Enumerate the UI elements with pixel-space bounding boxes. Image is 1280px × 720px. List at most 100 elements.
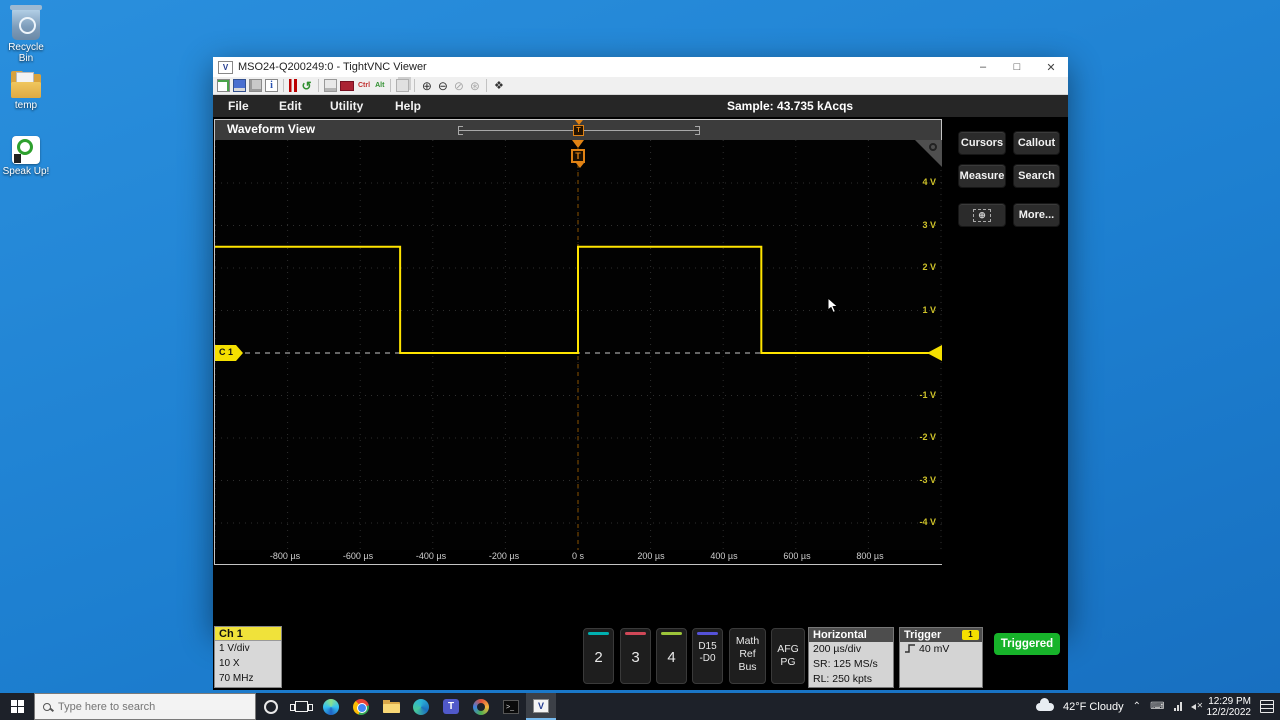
- ctrl-alt-del-icon[interactable]: [324, 79, 337, 92]
- desktop-icon-label: Speak Up!: [0, 166, 52, 177]
- horizontal-scale: 200 µs/div: [809, 642, 893, 657]
- separator: [390, 79, 391, 92]
- media-app-button[interactable]: [406, 693, 436, 720]
- start-button[interactable]: [0, 693, 34, 720]
- file-explorer-icon: [383, 700, 400, 713]
- right-panel: Cursors Callout Measure Search ⊕ More...: [947, 119, 1068, 565]
- channel1-bandwidth: 70 MHz: [215, 671, 281, 686]
- cursors-button[interactable]: Cursors: [958, 131, 1006, 155]
- menu-file[interactable]: File: [228, 95, 249, 117]
- separator: [486, 79, 487, 92]
- math-ref-bus-button[interactable]: Math Ref Bus: [729, 628, 766, 684]
- desktop-icon-recycle-bin[interactable]: Recycle Bin: [0, 8, 52, 64]
- file-explorer-button[interactable]: [376, 693, 406, 720]
- digital-color-bar: [697, 632, 718, 635]
- zoom-mode-button[interactable]: ⊕: [958, 203, 1006, 227]
- command-prompt-button[interactable]: >_: [496, 693, 526, 720]
- tightvnc-taskbar-button[interactable]: V: [526, 693, 556, 720]
- horizontal-badge[interactable]: Horizontal 200 µs/div SR: 125 MS/s RL: 2…: [808, 627, 894, 688]
- mouse-cursor: [827, 298, 841, 314]
- minimize-button[interactable]: –: [966, 57, 1000, 77]
- connection-info-icon[interactable]: i: [265, 79, 278, 92]
- y-tick: 3 V: [906, 220, 936, 230]
- command-prompt-icon: >_: [503, 700, 519, 714]
- action-center-icon[interactable]: [1260, 700, 1274, 713]
- measure-button[interactable]: Measure: [958, 164, 1006, 188]
- trigger-position-marker[interactable]: T: [571, 149, 585, 163]
- refresh-icon[interactable]: ↺: [300, 79, 313, 92]
- edge-button[interactable]: [316, 693, 346, 720]
- digital-channels-button[interactable]: D15 -D0: [692, 628, 723, 684]
- task-view-icon: [295, 701, 308, 712]
- horizontal-record-length: RL: 250 kpts: [809, 672, 893, 687]
- clock[interactable]: 12:29 PM 12/2/2022: [1207, 696, 1252, 718]
- network-icon[interactable]: [1174, 702, 1182, 711]
- tray-expand-chevron-icon[interactable]: ⌃: [1133, 701, 1141, 712]
- afg-pg-button[interactable]: AFG PG: [771, 628, 805, 684]
- channel4-button[interactable]: 4: [656, 628, 687, 684]
- channel3-color-bar: [625, 632, 646, 635]
- menu-help[interactable]: Help: [395, 95, 421, 117]
- zoom-in-icon[interactable]: ⊕: [420, 79, 433, 92]
- tray-date: 12/2/2022: [1207, 707, 1252, 718]
- taskbar-search[interactable]: [34, 693, 256, 720]
- trigger-position-caret-icon[interactable]: [572, 140, 584, 148]
- fullscreen-icon[interactable]: ❖: [492, 79, 505, 92]
- menu-utility[interactable]: Utility: [330, 95, 363, 117]
- zoom-fit-icon[interactable]: ⊛: [468, 79, 481, 92]
- menu-edit[interactable]: Edit: [279, 95, 302, 117]
- edge-icon: [323, 699, 339, 715]
- channel1-scale: 1 V/div: [215, 641, 281, 656]
- zoom-out-icon[interactable]: ⊖: [436, 79, 449, 92]
- search-icon: [43, 703, 51, 711]
- connection-options-icon[interactable]: [249, 79, 262, 92]
- trigger-badge[interactable]: Trigger 1 40 mV: [899, 627, 983, 688]
- window-title: MSO24-Q200249:0 - TightVNC Viewer: [238, 61, 427, 73]
- more-button[interactable]: More...: [1013, 203, 1060, 227]
- horizontal-position-slider[interactable]: T: [458, 126, 700, 135]
- channel4-label: 4: [657, 649, 686, 666]
- ctrl-key-button[interactable]: Ctrl: [357, 79, 371, 92]
- desktop-icon-speakup[interactable]: Speak Up!: [0, 136, 52, 177]
- desktop-icon-temp[interactable]: temp: [0, 72, 52, 111]
- save-session-icon[interactable]: [233, 79, 246, 92]
- alt-key-button[interactable]: Alt: [374, 79, 385, 92]
- horizontal-title: Horizontal: [809, 628, 893, 642]
- keyboard-icon[interactable]: [340, 81, 354, 91]
- channel2-color-bar: [588, 632, 609, 635]
- teams-button[interactable]: T: [436, 693, 466, 720]
- task-view-button[interactable]: [286, 693, 316, 720]
- scope-menubar: File Edit Utility Help Sample: 43.735 kA…: [213, 95, 1068, 117]
- file-transfer-icon[interactable]: [396, 79, 409, 92]
- cortana-button[interactable]: [256, 693, 286, 720]
- search-input[interactable]: [58, 701, 228, 713]
- channel2-button[interactable]: 2: [583, 628, 614, 684]
- separator: [318, 79, 319, 92]
- weather-text[interactable]: 42°F Cloudy: [1063, 701, 1124, 713]
- titlebar[interactable]: V MSO24-Q200249:0 - TightVNC Viewer – □ …: [213, 57, 1068, 77]
- channel1-badge[interactable]: Ch 1 1 V/div 10 X 70 MHz: [214, 626, 282, 688]
- zoom-100-icon[interactable]: ⊘: [452, 79, 465, 92]
- y-tick: 1 V: [906, 305, 936, 315]
- keyboard-tray-icon[interactable]: ⌨: [1150, 701, 1164, 712]
- pause-icon[interactable]: [289, 79, 297, 92]
- new-connection-icon[interactable]: [217, 79, 230, 92]
- search-button[interactable]: Search: [1013, 164, 1060, 188]
- weather-cloud-icon[interactable]: [1036, 703, 1054, 711]
- graticule[interactable]: 4 V 3 V 2 V 1 V -1 V -2 V -3 V -4 V T C …: [215, 140, 942, 550]
- channel1-title: Ch 1: [215, 627, 281, 641]
- slider-trigger-marker[interactable]: T: [573, 125, 584, 136]
- y-tick: -2 V: [906, 432, 936, 442]
- media-app-icon: [413, 699, 429, 715]
- maximize-button[interactable]: □: [1000, 57, 1034, 77]
- chrome-button[interactable]: [346, 693, 376, 720]
- close-button[interactable]: ✕: [1034, 57, 1068, 77]
- bottom-bar: Ch 1 1 V/div 10 X 70 MHz 2 3 4 D15 -D0: [213, 625, 1068, 690]
- afg-pg-label: AFG PG: [772, 643, 804, 669]
- callout-button[interactable]: Callout: [1013, 131, 1060, 155]
- channel1-attenuation: 10 X: [215, 656, 281, 671]
- channel3-button[interactable]: 3: [620, 628, 651, 684]
- waveform-view-header[interactable]: Waveform View T: [215, 120, 941, 140]
- volume-muted-icon[interactable]: ✕: [1191, 703, 1198, 711]
- browser-ring-button[interactable]: [466, 693, 496, 720]
